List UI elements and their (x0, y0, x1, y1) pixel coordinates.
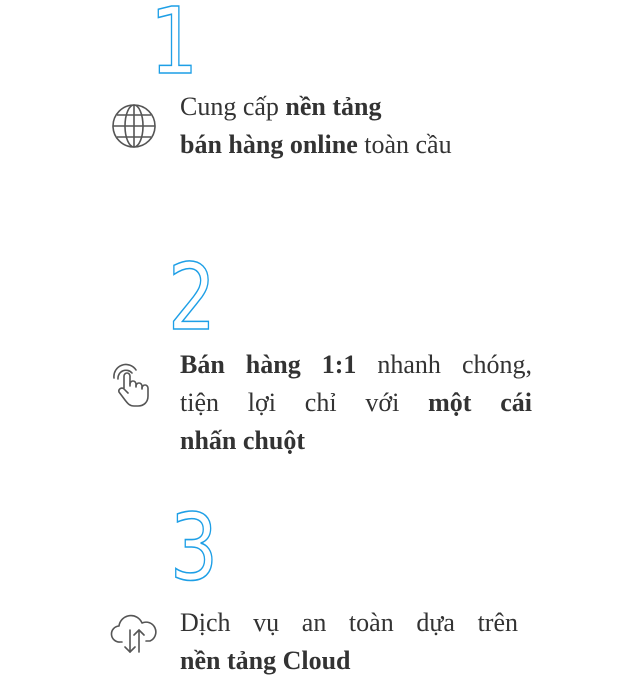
feature-description: Cung cấp nền tảng bán hàng online toàn c… (180, 88, 452, 164)
desc-line: Dịch vụ an toàn dựa trên (180, 608, 518, 637)
feature-1: 1 Cung cấp nền tảng bán hàng online toàn… (0, 0, 640, 200)
feature-2: 2 Bán hàng 1:1 nhanh chóng, tiện lợi chỉ… (0, 250, 640, 480)
cloud-sync-icon (108, 608, 160, 660)
desc-line: nền tảng Cloud (180, 646, 351, 675)
feature-number: 3 (169, 494, 219, 601)
desc-line: Bán hàng 1:1 nhanh chóng, (180, 350, 532, 379)
desc-line: tiện lợi chỉ với một cái (180, 388, 532, 417)
touch-hand-icon (106, 358, 158, 410)
feature-description: Dịch vụ an toàn dựa trên nền tảng Cloud (180, 604, 518, 680)
desc-line: bán hàng online toàn cầu (180, 130, 452, 159)
desc-line: Cung cấp nền tảng (180, 92, 382, 121)
globe-icon (108, 100, 160, 152)
feature-number: 2 (167, 244, 217, 351)
feature-description: Bán hàng 1:1 nhanh chóng, tiện lợi chỉ v… (180, 346, 532, 460)
desc-line: nhấn chuột (180, 426, 305, 455)
feature-3: 3 Dịch vụ an toàn dựa trên nền tảng Clou… (0, 500, 640, 682)
feature-number: 1 (149, 0, 199, 95)
